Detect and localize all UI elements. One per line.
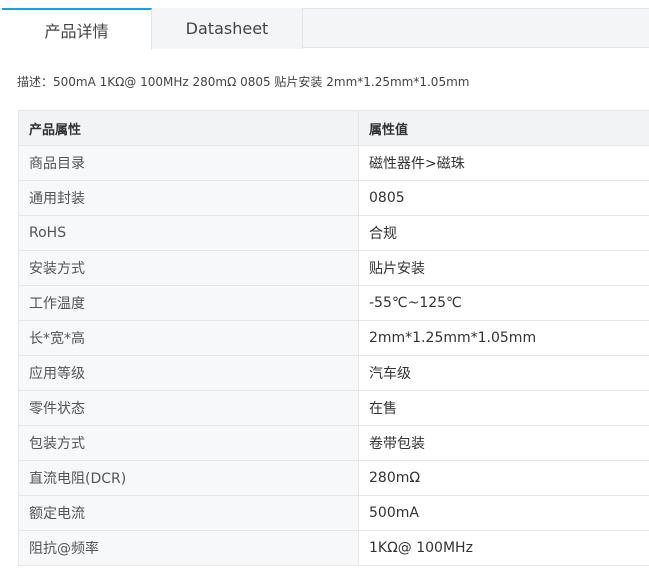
attribute-table: 产品属性 属性值 商品目录 磁性器件>磁珠 通用封装 0805 RoHS 合规 安装方式 贴片… <box>18 110 649 566</box>
table-row: 长*宽*高 2mm*1.25mm*1.05mm <box>18 320 649 356</box>
attribute-name-cell: 工作温度 <box>18 285 359 321</box>
attribute-value-cell: 汽车级 <box>358 355 649 391</box>
attribute-name-cell: 通用封装 <box>18 180 359 216</box>
header-attribute-name: 产品属性 <box>18 110 359 146</box>
table-row: 直流电阻(DCR) 280mΩ <box>18 460 649 496</box>
attribute-name-cell: 阻抗@频率 <box>18 530 359 566</box>
tab-datasheet-label: Datasheet <box>185 19 269 38</box>
table-row: 额定电流 500mA <box>18 495 649 531</box>
attribute-value-cell: 2mm*1.25mm*1.05mm <box>358 320 649 356</box>
attribute-name-cell: 包装方式 <box>18 425 359 461</box>
attribute-name-cell: 应用等级 <box>18 355 359 391</box>
table-row: 通用封装 0805 <box>18 180 649 216</box>
table-row: RoHS 合规 <box>18 215 649 251</box>
attribute-value-cell: 在售 <box>358 390 649 426</box>
attribute-value-cell: 贴片安装 <box>358 250 649 286</box>
table-row: 应用等级 汽车级 <box>18 355 649 391</box>
product-description: 描述：500mA 1KΩ@ 100MHz 280mΩ 0805 贴片安装 2mm… <box>17 75 470 89</box>
tab-bar: 产品详情 Datasheet <box>2 8 649 50</box>
table-row: 安装方式 贴片安装 <box>18 250 649 286</box>
attribute-name-cell: 商品目录 <box>18 145 359 181</box>
attribute-value-cell: 合规 <box>358 215 649 251</box>
table-row: 工作温度 -55℃~125℃ <box>18 285 649 321</box>
attribute-name-cell: 长*宽*高 <box>18 320 359 356</box>
header-attribute-value: 属性值 <box>358 110 649 146</box>
attribute-value-cell: 0805 <box>358 180 649 216</box>
attribute-name-cell: 零件状态 <box>18 390 359 426</box>
tab-product-details-label: 产品详情 <box>44 22 109 41</box>
attribute-value-cell: 磁性器件>磁珠 <box>358 145 649 181</box>
attribute-name-cell: 安装方式 <box>18 250 359 286</box>
table-row: 商品目录 磁性器件>磁珠 <box>18 145 649 181</box>
attribute-name-cell: 直流电阻(DCR) <box>18 460 359 496</box>
table-row: 阻抗@频率 1KΩ@ 100MHz <box>18 530 649 566</box>
attribute-value-cell: 卷带包装 <box>358 425 649 461</box>
attribute-name-cell: RoHS <box>18 215 359 251</box>
attribute-value-cell: -55℃~125℃ <box>358 285 649 321</box>
tab-product-details[interactable]: 产品详情 <box>2 8 152 50</box>
tab-datasheet[interactable]: Datasheet <box>152 8 303 49</box>
attribute-value-cell: 280mΩ <box>358 460 649 496</box>
table-row: 零件状态 在售 <box>18 390 649 426</box>
table-header-row: 产品属性 属性值 <box>18 110 649 146</box>
table-row: 包装方式 卷带包装 <box>18 425 649 461</box>
attribute-value-cell: 1KΩ@ 100MHz <box>358 530 649 566</box>
product-detail-page: 产品详情 Datasheet 描述：500mA 1KΩ@ 100MHz 280m… <box>0 0 649 570</box>
attribute-name-cell: 额定电流 <box>18 495 359 531</box>
attribute-value-cell: 500mA <box>358 495 649 531</box>
attribute-table-body: 商品目录 磁性器件>磁珠 通用封装 0805 RoHS 合规 安装方式 贴片安装 工作温度 -55… <box>18 145 649 566</box>
